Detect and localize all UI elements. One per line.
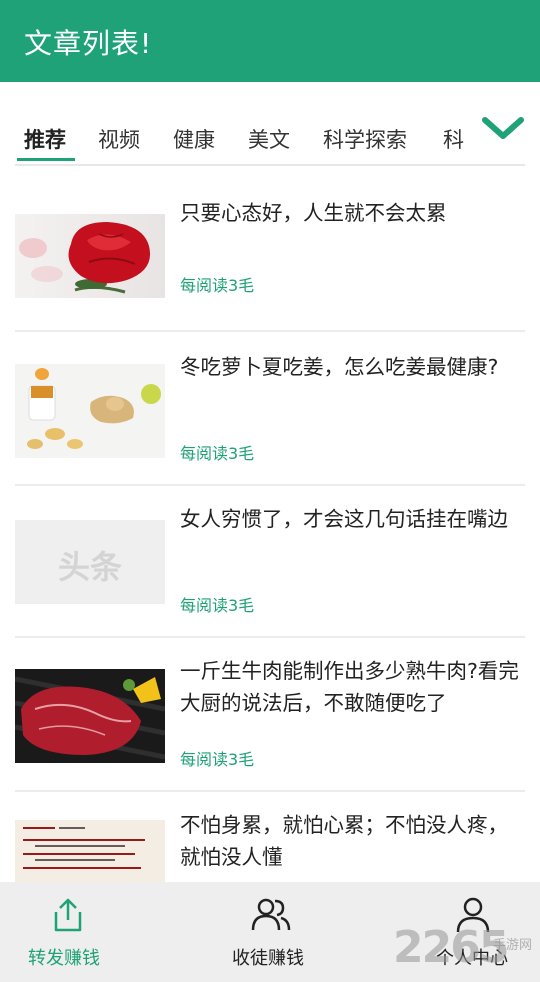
app-header: 文章列表! xyxy=(0,0,540,82)
article-item[interactable]: 一斤生牛肉能制作出多少熟牛肉?看完大厨的说法后，不敢随便吃了 每阅读3毛 xyxy=(0,640,540,792)
article-divider xyxy=(15,330,525,332)
placeholder-logo-text: 头条 xyxy=(57,548,122,586)
tab-essay[interactable]: 美文 xyxy=(248,124,290,154)
reward-label: 每阅读3毛 xyxy=(180,596,255,615)
category-tabs: 推荐 视频 健康 美文 科学探索 科 xyxy=(0,110,540,166)
site-watermark: 2265 手游网 xyxy=(393,922,540,978)
article-title[interactable]: 不怕身累，就怕心累；不怕没人疼，就怕没人懂 xyxy=(180,809,525,873)
article-item[interactable]: 只要心态好，人生就不会太累 每阅读3毛 xyxy=(0,182,540,332)
article-item[interactable]: 头条 女人穷惯了，才会这几句话挂在嘴边 每阅读3毛 xyxy=(0,488,540,638)
reward-label: 每阅读3毛 xyxy=(180,276,255,295)
chevron-down-icon[interactable] xyxy=(480,112,526,144)
tabs-divider xyxy=(15,164,525,166)
article-divider xyxy=(15,790,525,792)
tab-science[interactable]: 科学探索 xyxy=(323,124,407,154)
reward-label: 每阅读3毛 xyxy=(180,444,255,463)
article-item[interactable]: 不怕身累，就怕心累；不怕没人疼，就怕没人懂 xyxy=(0,794,540,884)
article-title[interactable]: 冬吃萝卜夏吃姜，怎么吃姜最健康? xyxy=(180,351,525,383)
article-title[interactable]: 只要心态好，人生就不会太累 xyxy=(180,197,525,229)
reward-label: 每阅读3毛 xyxy=(180,750,255,769)
article-thumbnail-rose xyxy=(15,214,165,298)
page-title: 文章列表! xyxy=(24,27,153,60)
tab-health[interactable]: 健康 xyxy=(173,124,215,154)
article-thumbnail-ginger xyxy=(15,364,165,458)
article-title[interactable]: 女人穷惯了，才会这几句话挂在嘴边 xyxy=(180,503,525,535)
article-title[interactable]: 一斤生牛肉能制作出多少熟牛肉?看完大厨的说法后，不敢随便吃了 xyxy=(180,655,525,719)
watermark-number: 2265 xyxy=(393,922,509,973)
article-thumbnail-calligraphy xyxy=(15,820,165,882)
article-item[interactable]: 冬吃萝卜夏吃姜，怎么吃姜最健康? 每阅读3毛 xyxy=(0,334,540,486)
nav-recruit-earn[interactable]: 收徒赚钱 xyxy=(180,882,360,982)
nav-label: 收徒赚钱 xyxy=(232,948,304,969)
tab-video[interactable]: 视频 xyxy=(98,124,140,154)
active-tab-indicator xyxy=(17,158,75,161)
share-icon xyxy=(54,898,82,932)
nav-label: 转发赚钱 xyxy=(28,948,100,969)
article-divider xyxy=(15,636,525,638)
users-icon xyxy=(251,898,291,931)
article-thumbnail-placeholder: 头条 xyxy=(15,520,165,604)
nav-share-earn[interactable]: 转发赚钱 xyxy=(0,882,180,982)
app-screen: 文章列表! 推荐 视频 健康 美文 科学探索 科 只要心态好，人生就不会太累 每… xyxy=(0,0,540,982)
watermark-text: 手游网 xyxy=(493,938,533,953)
article-divider xyxy=(15,484,525,486)
tab-recommend[interactable]: 推荐 xyxy=(24,124,66,154)
tab-more-partial[interactable]: 科 xyxy=(443,124,464,154)
article-thumbnail-beef xyxy=(15,669,165,763)
